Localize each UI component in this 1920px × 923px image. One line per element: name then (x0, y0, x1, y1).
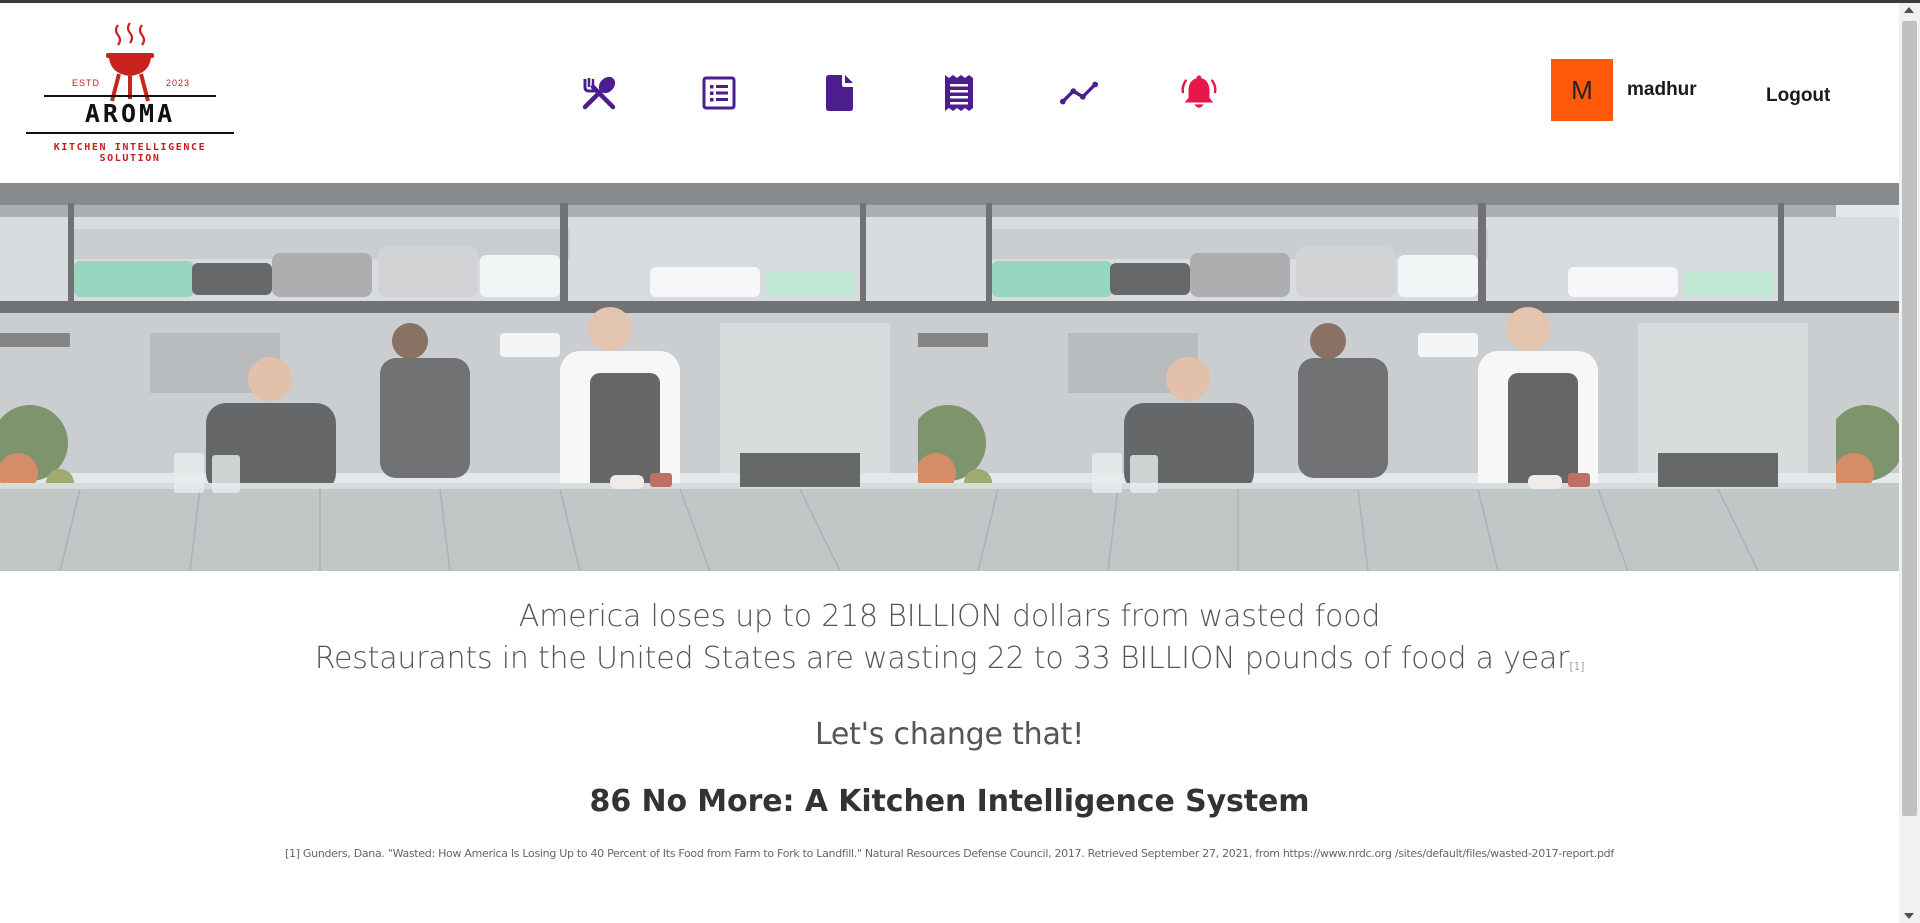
citation: [1] Gunders, Dana. "Wasted: How America … (285, 847, 1614, 860)
vertical-scrollbar[interactable] (1899, 3, 1920, 923)
receipt-icon[interactable] (940, 74, 978, 112)
main-nav (580, 71, 1218, 115)
logo-tagline: KITCHEN INTELLIGENCE SOLUTION (53, 142, 207, 164)
waste-stat-dollars: America loses up to 218 BILLION dollars … (518, 599, 1381, 634)
waste-stat-pounds-text: Restaurants in the United States are was… (314, 641, 1570, 676)
document-icon[interactable] (820, 74, 858, 112)
logo-divider (26, 132, 234, 134)
waste-stat-pounds: Restaurants in the United States are was… (0, 638, 1899, 688)
hero-overlay (0, 183, 1899, 571)
bell-icon[interactable] (1180, 74, 1218, 112)
logo-brand: AROMA (84, 99, 176, 128)
footnote-ref[interactable]: [1] (1569, 660, 1584, 673)
avatar[interactable]: M (1551, 59, 1613, 121)
logo-divider (44, 95, 216, 97)
logo-year: 2023 (166, 78, 191, 88)
scroll-up-arrow-icon[interactable] (1904, 7, 1914, 13)
call-to-action: Let's change that! (814, 717, 1085, 752)
trend-line-icon[interactable] (1060, 74, 1098, 112)
intro-section: America loses up to 218 BILLION dollars … (0, 596, 1899, 860)
username: madhur (1627, 79, 1697, 100)
logout-link[interactable]: Logout (1766, 85, 1830, 107)
scrollbar-thumb[interactable] (1902, 21, 1917, 816)
scroll-down-arrow-icon[interactable] (1904, 913, 1914, 919)
grill-icon (106, 22, 154, 102)
list-icon[interactable] (700, 74, 738, 112)
user-profile[interactable]: M madhur (1551, 59, 1697, 121)
hero-banner (0, 183, 1899, 571)
site-header: ESTD 2023 AROMA KITCHEN INTELLIGENCE SOL… (0, 3, 1899, 183)
utensils-icon[interactable] (580, 74, 618, 112)
aroma-logo[interactable]: ESTD 2023 AROMA KITCHEN INTELLIGENCE SOL… (24, 21, 236, 164)
system-title: 86 No More: A Kitchen Intelligence Syste… (589, 784, 1310, 819)
logo-estd: ESTD (72, 78, 101, 88)
